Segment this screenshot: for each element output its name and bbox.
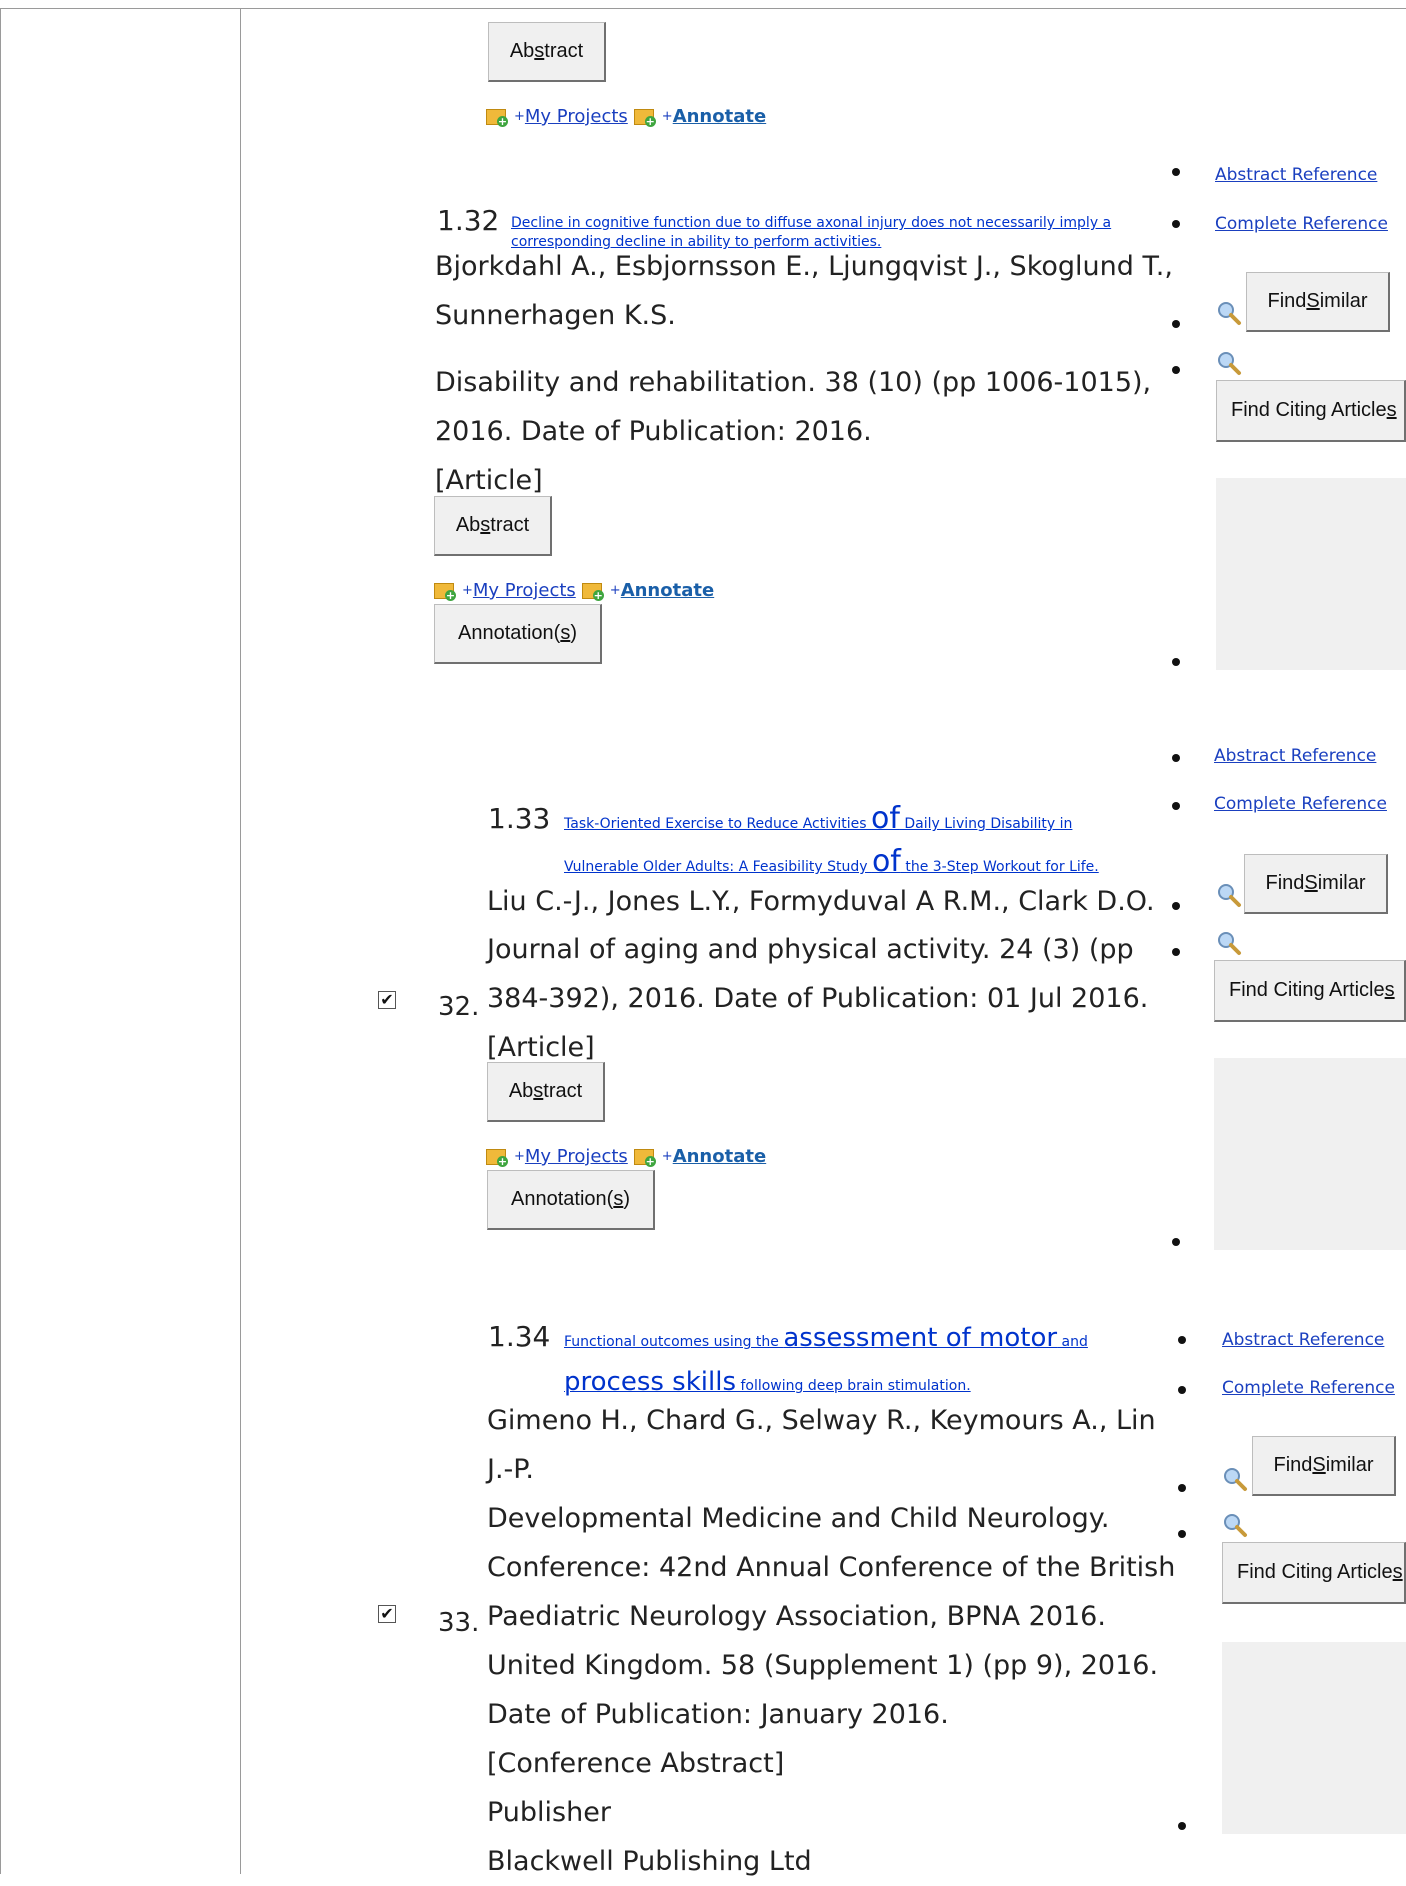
annotations-button[interactable]: Annotation(s) <box>487 1170 655 1230</box>
bullet <box>1172 1238 1180 1246</box>
annotate-link[interactable]: Annotate <box>673 106 767 127</box>
find-similar-button[interactable]: Find Similar <box>1252 1436 1396 1496</box>
add-folder-icon: + <box>633 107 658 127</box>
magnifier-icon <box>1218 352 1241 375</box>
authors: Gimeno H., Chard G., Selway R., Keymours… <box>487 1405 1156 1485</box>
add-folder-icon: + <box>633 1147 658 1167</box>
add-folder-icon: + <box>486 107 510 127</box>
bullet <box>1172 220 1180 228</box>
bullet <box>1172 948 1180 956</box>
abstract-reference-link[interactable]: Abstract Reference <box>1214 746 1376 766</box>
row-number: 33. <box>438 1608 480 1638</box>
bullet <box>1172 168 1180 176</box>
add-folder-icon: + <box>434 581 458 601</box>
select-checkbox[interactable]: ✔ <box>378 1605 396 1623</box>
article-title-link[interactable]: Functional outcomes using the assessment… <box>564 1318 1184 1406</box>
my-projects-link[interactable]: My Projects <box>525 1146 628 1167</box>
find-citing-articles-button[interactable]: Find Citing Article s <box>1216 380 1406 442</box>
source: Disability and rehabilitation. 38 (10) (… <box>435 367 1152 496</box>
annotate-link[interactable]: Annotate <box>673 1146 767 1167</box>
find-similar-button[interactable]: Find Similar <box>1246 272 1390 332</box>
magnifier-icon <box>1218 302 1241 325</box>
magnifier-icon <box>1218 932 1241 955</box>
left-column-frame <box>0 8 241 1874</box>
project-links: + + My Projects + + Annotate <box>434 580 714 601</box>
item-number: 1.34 <box>488 1320 551 1353</box>
source: Developmental Medicine and Child Neurolo… <box>487 1503 1176 1877</box>
annotations-button[interactable]: Annotation(s) <box>434 604 602 664</box>
bullet <box>1172 754 1180 762</box>
complete-reference-link[interactable]: Complete Reference <box>1214 794 1387 814</box>
bullet <box>1178 1530 1186 1538</box>
find-citing-articles-button[interactable]: Find Citing Article s <box>1214 960 1406 1022</box>
magnifier-icon <box>1218 884 1241 907</box>
abstract-reference-link[interactable]: Abstract Reference <box>1222 1330 1384 1350</box>
annotate-link[interactable]: Annotate <box>621 580 715 601</box>
complete-reference-link[interactable]: Complete Reference <box>1215 214 1388 234</box>
authors: Liu C.-J., Jones L.Y., Formyduval A R.M.… <box>487 886 1155 917</box>
add-folder-icon: + <box>486 1147 510 1167</box>
find-citing-articles-button[interactable]: Find Citing Article s <box>1222 1542 1406 1604</box>
abstract-button[interactable]: Ab s tract <box>487 1062 605 1122</box>
article-title-link[interactable]: Task-Oriented Exercise to Reduce Activit… <box>564 800 1184 886</box>
my-projects-link[interactable]: My Projects <box>473 580 576 601</box>
select-checkbox[interactable]: ✔ <box>378 991 396 1009</box>
authors: Bjorkdahl A., Esbjornsson E., Ljungqvist… <box>435 251 1173 331</box>
bullet <box>1172 320 1180 328</box>
row-number: 32. <box>438 992 480 1022</box>
project-links: + + My Projects + + Annotate <box>486 106 766 127</box>
bullet <box>1172 902 1180 910</box>
preview-panel <box>1216 478 1406 670</box>
item-number: 1.33 <box>488 802 551 835</box>
bullet <box>1172 366 1180 374</box>
my-projects-link[interactable]: My Projects <box>525 106 628 127</box>
item-number: 1.32 <box>437 204 500 237</box>
abstract-button[interactable]: Ab s tract <box>488 22 606 82</box>
magnifier-icon <box>1224 1468 1247 1491</box>
bullet <box>1178 1484 1186 1492</box>
add-folder-icon: + <box>581 581 606 601</box>
find-similar-button[interactable]: Find Similar <box>1244 854 1388 914</box>
abstract-reference-link[interactable]: Abstract Reference <box>1215 165 1377 185</box>
project-links: + + My Projects + + Annotate <box>486 1146 766 1167</box>
preview-panel <box>1214 1058 1406 1250</box>
source: Journal of aging and physical activity. … <box>487 934 1149 1063</box>
bullet <box>1178 1822 1186 1830</box>
abstract-button[interactable]: Ab s tract <box>434 496 552 556</box>
magnifier-icon <box>1224 1514 1247 1537</box>
preview-panel <box>1222 1642 1406 1834</box>
top-frame-border <box>241 8 1406 9</box>
complete-reference-link[interactable]: Complete Reference <box>1222 1378 1395 1398</box>
bullet <box>1172 658 1180 666</box>
